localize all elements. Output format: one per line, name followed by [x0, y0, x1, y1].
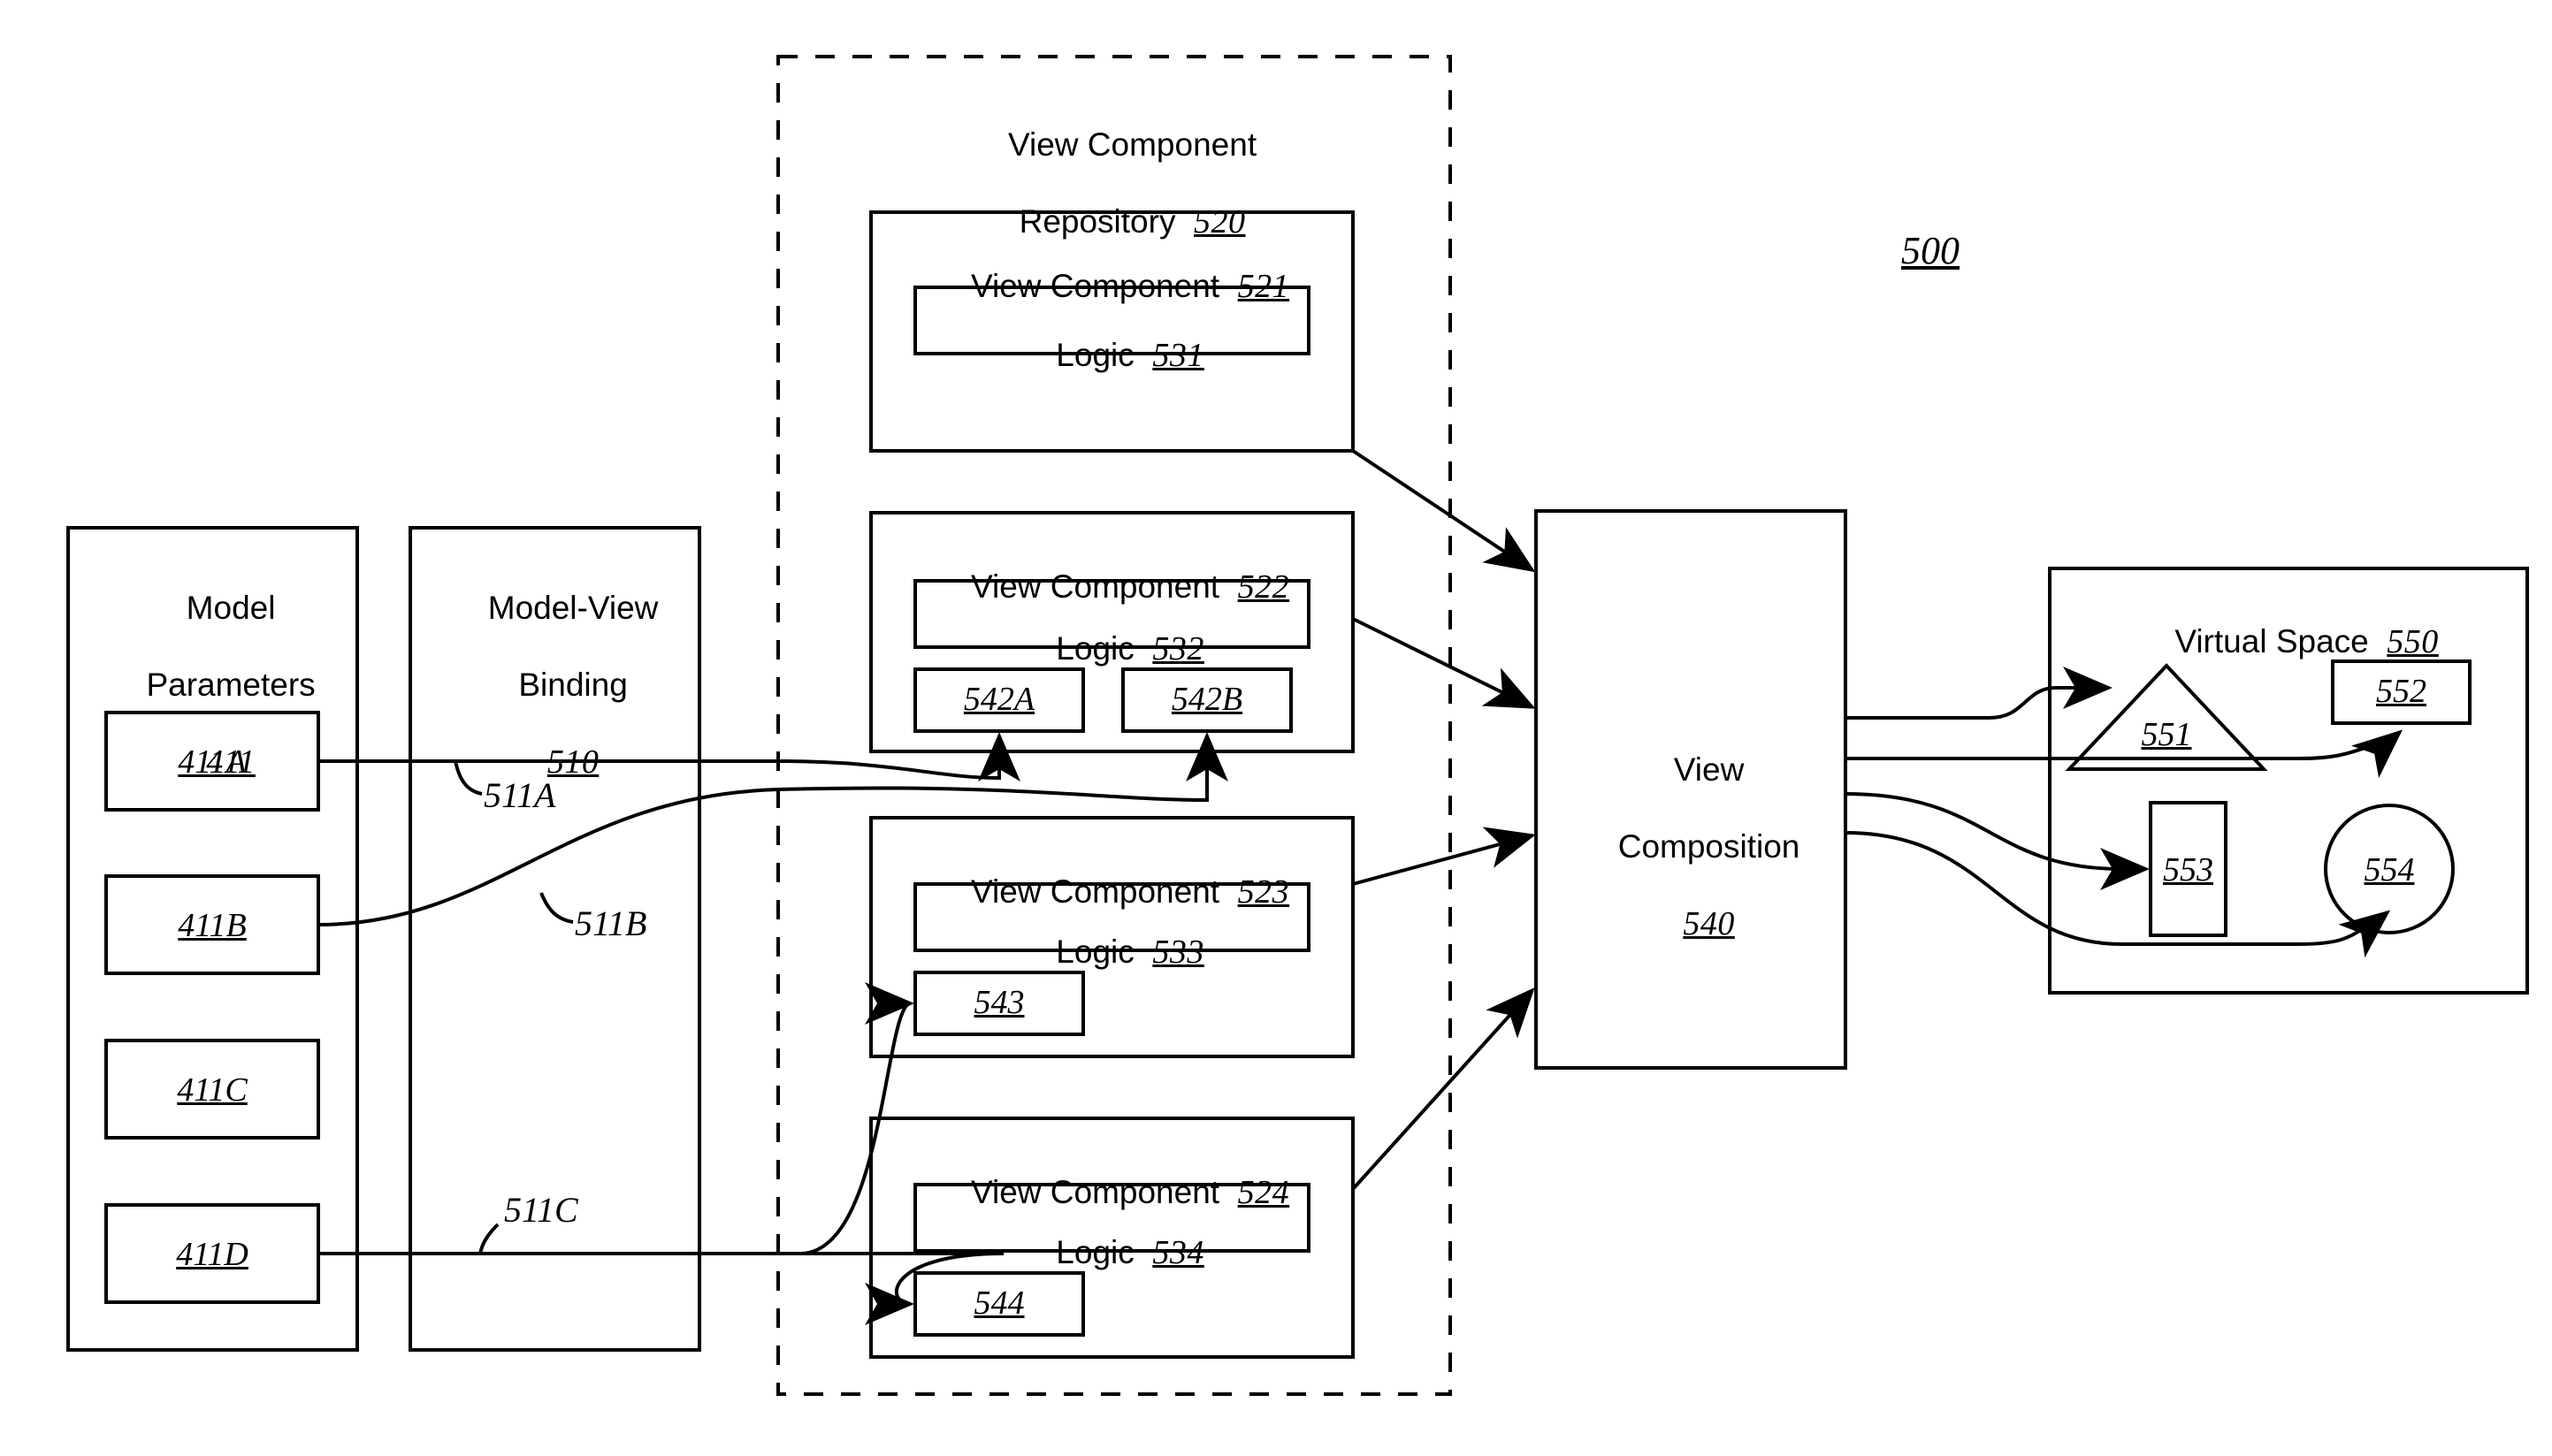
- virtual-object-553-label: 553: [2163, 851, 2213, 888]
- binding-511a-label: 511A: [484, 775, 556, 815]
- binding-curve-511b-to-542b: [317, 732, 1228, 926]
- binding-curve-511a-to-542a: [777, 732, 1020, 781]
- patent-figure-500: 500 Model Parameters 411 411A 411B 411C …: [0, 0, 2552, 1456]
- logic-533-box: [913, 882, 1310, 952]
- logic-534-box: [913, 1183, 1310, 1253]
- arrow-521-to-composition: [1351, 449, 1536, 573]
- sub-item-543-label: 543: [974, 984, 1025, 1021]
- leader-511a: [454, 760, 483, 796]
- output-line-to-554: [1845, 831, 2391, 958]
- model-parameter-411a-label: 411A: [178, 743, 247, 781]
- view-component-523-box: [869, 816, 1355, 1058]
- leader-511c: [478, 1223, 500, 1254]
- virtual-object-552-label: 552: [2376, 673, 2426, 710]
- figure-number: 500: [1901, 229, 1960, 272]
- arrow-522-to-composition: [1352, 617, 1536, 709]
- arrow-523-to-composition: [1352, 827, 1536, 886]
- virtual-object-554-label: 554: [2364, 851, 2415, 888]
- leader-511b: [539, 892, 574, 924]
- view-component-repository-box: [776, 55, 1452, 1396]
- view-component-521-box: [869, 210, 1355, 453]
- binding-511b-label: 511B: [575, 903, 647, 943]
- model-parameter-411c-label: 411C: [177, 1071, 248, 1109]
- model-parameter-411b-label: 411B: [178, 907, 247, 944]
- sub-item-542b-label: 542B: [1171, 681, 1243, 718]
- binding-curve-511c-to-543: [799, 982, 914, 1255]
- logic-532-box: [913, 579, 1310, 649]
- virtual-space-box: [2048, 567, 2529, 995]
- view-component-524-box: [869, 1117, 1355, 1359]
- sub-item-544-label: 544: [974, 1284, 1025, 1322]
- virtual-object-551-label: 551: [2141, 716, 2192, 753]
- output-line-to-553: [1845, 792, 2150, 890]
- view-composition-box: [1534, 509, 1847, 1070]
- model-parameter-411d-label: 411D: [176, 1236, 248, 1273]
- binding-511c-label: 511C: [504, 1190, 578, 1230]
- arrow-524-to-composition: [1351, 987, 1535, 1191]
- logic-531-box: [913, 286, 1310, 355]
- output-line-to-551: [1845, 667, 2113, 720]
- sub-item-542a-label: 542A: [963, 681, 1035, 718]
